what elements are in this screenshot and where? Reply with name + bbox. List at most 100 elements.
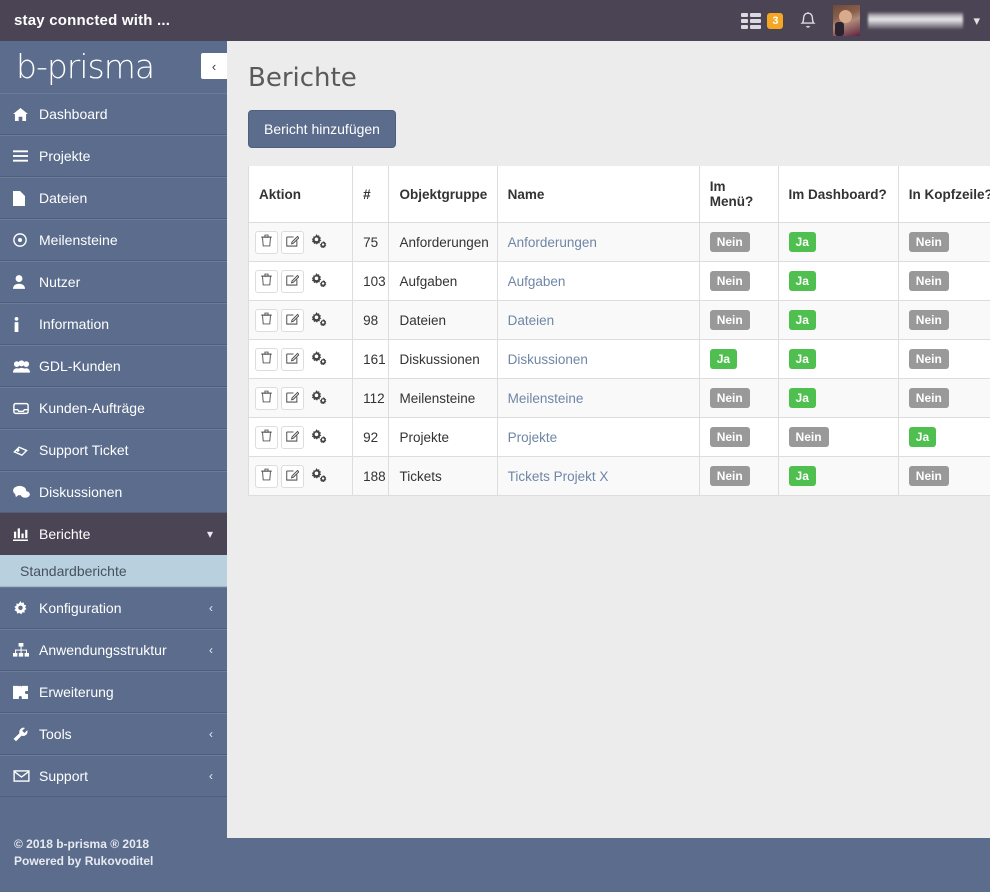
row-name-text[interactable]: Aufgaben	[508, 274, 566, 289]
in-header-cell: Nein	[898, 340, 990, 379]
notifications-button[interactable]	[791, 0, 825, 41]
gear-icon	[13, 601, 37, 616]
trash-button[interactable]	[255, 270, 278, 293]
in-header-cell: Nein	[898, 262, 990, 301]
sidebar-item-meilensteine[interactable]: Meilensteine	[0, 219, 227, 261]
sidebar-item-gdl-kunden[interactable]: GDL-Kunden	[0, 345, 227, 387]
sidebar-item-kunden-aufträge[interactable]: Kunden-Aufträge	[0, 387, 227, 429]
status-badge: Nein	[909, 349, 949, 369]
trash-button[interactable]	[255, 309, 278, 332]
row-name-text[interactable]: Diskussionen	[508, 352, 588, 367]
gears-button[interactable]	[307, 231, 330, 254]
column-header: In Kopfzeile?	[898, 166, 990, 223]
sidebar-item-anwendungsstruktur[interactable]: Anwendungsstruktur‹	[0, 629, 227, 671]
sidebar-collapse-button[interactable]: ‹	[201, 53, 227, 79]
sidebar-item-label: Support Ticket	[39, 442, 129, 458]
page-title: Berichte	[248, 63, 990, 93]
edit-button[interactable]	[281, 426, 304, 449]
status-badge: Ja	[789, 271, 816, 291]
comments-icon	[13, 485, 37, 499]
target-icon	[13, 233, 37, 247]
row-id: 188	[353, 457, 389, 496]
sidebar-item-information[interactable]: Information	[0, 303, 227, 345]
wrench-icon	[13, 727, 37, 742]
row-name-text[interactable]: Projekte	[508, 430, 558, 445]
row-id-text: 188	[363, 469, 386, 484]
sidebar-item-label: Kunden-Aufträge	[39, 400, 145, 416]
sidebar-item-label: Meilensteine	[39, 232, 118, 248]
sidebar-item-berichte[interactable]: Berichte▾	[0, 513, 227, 555]
edit-button[interactable]	[281, 309, 304, 332]
table-row: 92ProjekteProjekteNeinNeinJa	[249, 418, 990, 457]
user-menu[interactable]: ▾	[825, 0, 982, 41]
trash-icon	[260, 234, 273, 250]
row-name-text[interactable]: Dateien	[508, 313, 555, 328]
sidebar-item-support-ticket[interactable]: Support Ticket	[0, 429, 227, 471]
trash-icon	[260, 351, 273, 367]
status-badge: Nein	[909, 232, 949, 252]
edit-icon	[286, 234, 299, 250]
sidebar-item-dashboard[interactable]: Dashboard	[0, 93, 227, 135]
trash-icon	[260, 312, 273, 328]
sidebar-item-dateien[interactable]: Dateien	[0, 177, 227, 219]
edit-button[interactable]	[281, 270, 304, 293]
tasks-button[interactable]: 3	[733, 0, 791, 41]
row-name: Tickets Projekt X	[497, 457, 699, 496]
gears-button[interactable]	[307, 426, 330, 449]
sidebar-item-erweiterung[interactable]: Erweiterung	[0, 671, 227, 713]
gears-icon	[311, 351, 327, 368]
table-row: 112MeilensteineMeilensteineNeinJaNein	[249, 379, 990, 418]
gears-icon	[311, 390, 327, 407]
edit-button[interactable]	[281, 348, 304, 371]
row-id-text: 112	[363, 391, 385, 406]
row-name-text[interactable]: Tickets Projekt X	[508, 469, 609, 484]
trash-button[interactable]	[255, 465, 278, 488]
sidebar-item-projekte[interactable]: Projekte	[0, 135, 227, 177]
edit-icon	[286, 312, 299, 328]
edit-button[interactable]	[281, 231, 304, 254]
edit-button[interactable]	[281, 387, 304, 410]
gears-button[interactable]	[307, 465, 330, 488]
row-group-text: Diskussionen	[399, 352, 479, 367]
trash-button[interactable]	[255, 387, 278, 410]
status-badge: Ja	[789, 466, 816, 486]
trash-icon	[260, 390, 273, 406]
row-name-text[interactable]: Anforderungen	[508, 235, 597, 250]
add-report-button[interactable]: Bericht hinzufügen	[248, 110, 396, 148]
trash-button[interactable]	[255, 426, 278, 449]
in-menu-cell: Nein	[699, 301, 778, 340]
in-dashboard-cell: Ja	[778, 301, 898, 340]
sidebar-item-konfiguration[interactable]: Konfiguration‹	[0, 587, 227, 629]
row-group-text: Projekte	[399, 430, 449, 445]
trash-button[interactable]	[255, 348, 278, 371]
sidebar-item-tools[interactable]: Tools‹	[0, 713, 227, 755]
sidebar-item-support[interactable]: Support‹	[0, 755, 227, 797]
sidebar-item-nutzer[interactable]: Nutzer	[0, 261, 227, 303]
sidebar-item-diskussionen[interactable]: Diskussionen	[0, 471, 227, 513]
sidebar-subitem-standardberichte[interactable]: Standardberichte	[0, 555, 227, 587]
row-id-text: 98	[363, 313, 378, 328]
status-badge: Nein	[909, 466, 949, 486]
gears-button[interactable]	[307, 270, 330, 293]
row-id-text: 75	[363, 235, 378, 250]
row-name: Dateien	[497, 301, 699, 340]
row-actions	[249, 418, 353, 457]
home-icon	[13, 108, 37, 121]
gears-button[interactable]	[307, 387, 330, 410]
chevron-left-icon: ‹	[209, 601, 213, 615]
status-badge: Nein	[909, 271, 949, 291]
trash-button[interactable]	[255, 231, 278, 254]
gears-icon	[311, 273, 327, 290]
row-group: Projekte	[389, 418, 497, 457]
chevron-left-icon: ‹	[209, 643, 213, 657]
row-actions	[249, 223, 353, 262]
gears-button[interactable]	[307, 348, 330, 371]
sidebar-item-label: Berichte	[39, 526, 90, 542]
users-icon	[13, 360, 37, 373]
reports-table: Aktion#ObjektgruppeNameIm Menü?Im Dashbo…	[248, 166, 990, 496]
avatar	[833, 5, 860, 36]
row-name-text[interactable]: Meilensteine	[508, 391, 584, 406]
edit-button[interactable]	[281, 465, 304, 488]
in-header-cell: Nein	[898, 223, 990, 262]
gears-button[interactable]	[307, 309, 330, 332]
